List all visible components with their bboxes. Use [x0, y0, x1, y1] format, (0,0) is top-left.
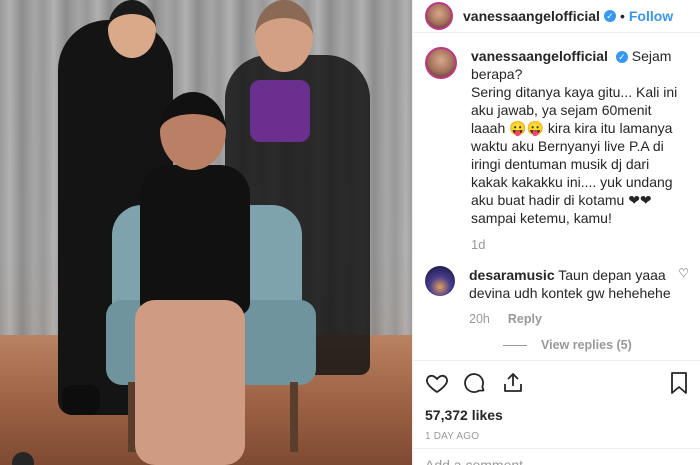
post-timestamp[interactable]: 1 DAY AGO — [425, 431, 689, 442]
purple-corset — [250, 80, 310, 142]
view-replies-label: View replies (5) — [541, 338, 632, 352]
bookmark-icon[interactable] — [669, 371, 689, 395]
avatar[interactable] — [425, 266, 455, 296]
caption-body: Sejam berapa? Sering ditanya kaya gitu..… — [471, 48, 678, 226]
caption-username[interactable]: vanessaangelofficial — [471, 48, 608, 64]
post-photo[interactable] — [0, 0, 412, 465]
person-center — [140, 165, 250, 315]
caption-time[interactable]: 1d — [471, 237, 689, 252]
comment-text: desaramusic Taun depan yaaa devina udh k… — [469, 266, 689, 302]
avatar[interactable] — [425, 47, 457, 79]
person-left-shoe — [62, 385, 100, 415]
follow-button[interactable]: Follow — [629, 8, 673, 24]
chair-leg — [290, 382, 298, 452]
heart-icon[interactable] — [425, 371, 449, 395]
avatar[interactable] — [425, 2, 453, 30]
person-right-head — [255, 0, 313, 72]
separator-dot: • — [619, 8, 625, 24]
comment-meta: 20h Reply — [469, 312, 689, 326]
caption-comment: vanessaangelofficial ✓ Sejam berapa? Ser… — [425, 47, 689, 252]
verified-icon: ✓ — [603, 10, 616, 22]
person-left-head — [108, 0, 156, 58]
list-item: desaramusic Taun depan yaaa devina udh k… — [425, 266, 689, 326]
header-username[interactable]: vanessaangelofficial — [463, 8, 600, 24]
post-actions: 57,372 likes 1 DAY AGO — [413, 360, 700, 442]
reply-button[interactable]: Reply — [508, 312, 542, 326]
verified-icon: ✓ — [615, 51, 628, 64]
person-center-legs — [135, 300, 245, 465]
post-side-panel: vanessaangelofficial ✓ • Follow vanessaa… — [412, 0, 700, 465]
person-center-head — [160, 92, 226, 170]
comment-icon[interactable] — [463, 371, 487, 395]
caption-text: vanessaangelofficial ✓ Sejam berapa? Ser… — [471, 47, 689, 227]
comments-list: vanessaangelofficial ✓ Sejam berapa? Ser… — [413, 47, 700, 352]
likes-count[interactable]: 57,372 likes — [425, 407, 689, 423]
add-comment-input[interactable]: Add a comment… — [413, 448, 700, 465]
share-icon[interactable] — [501, 371, 525, 395]
divider-line — [503, 345, 527, 347]
comment-time[interactable]: 20h — [469, 312, 490, 326]
view-replies-button[interactable]: View replies (5) — [503, 338, 689, 352]
post-header: vanessaangelofficial ✓ • Follow — [413, 0, 700, 33]
action-icons — [425, 369, 689, 397]
comment-heart-icon[interactable]: ♡ — [678, 266, 689, 280]
comment-username[interactable]: desaramusic — [469, 267, 555, 283]
